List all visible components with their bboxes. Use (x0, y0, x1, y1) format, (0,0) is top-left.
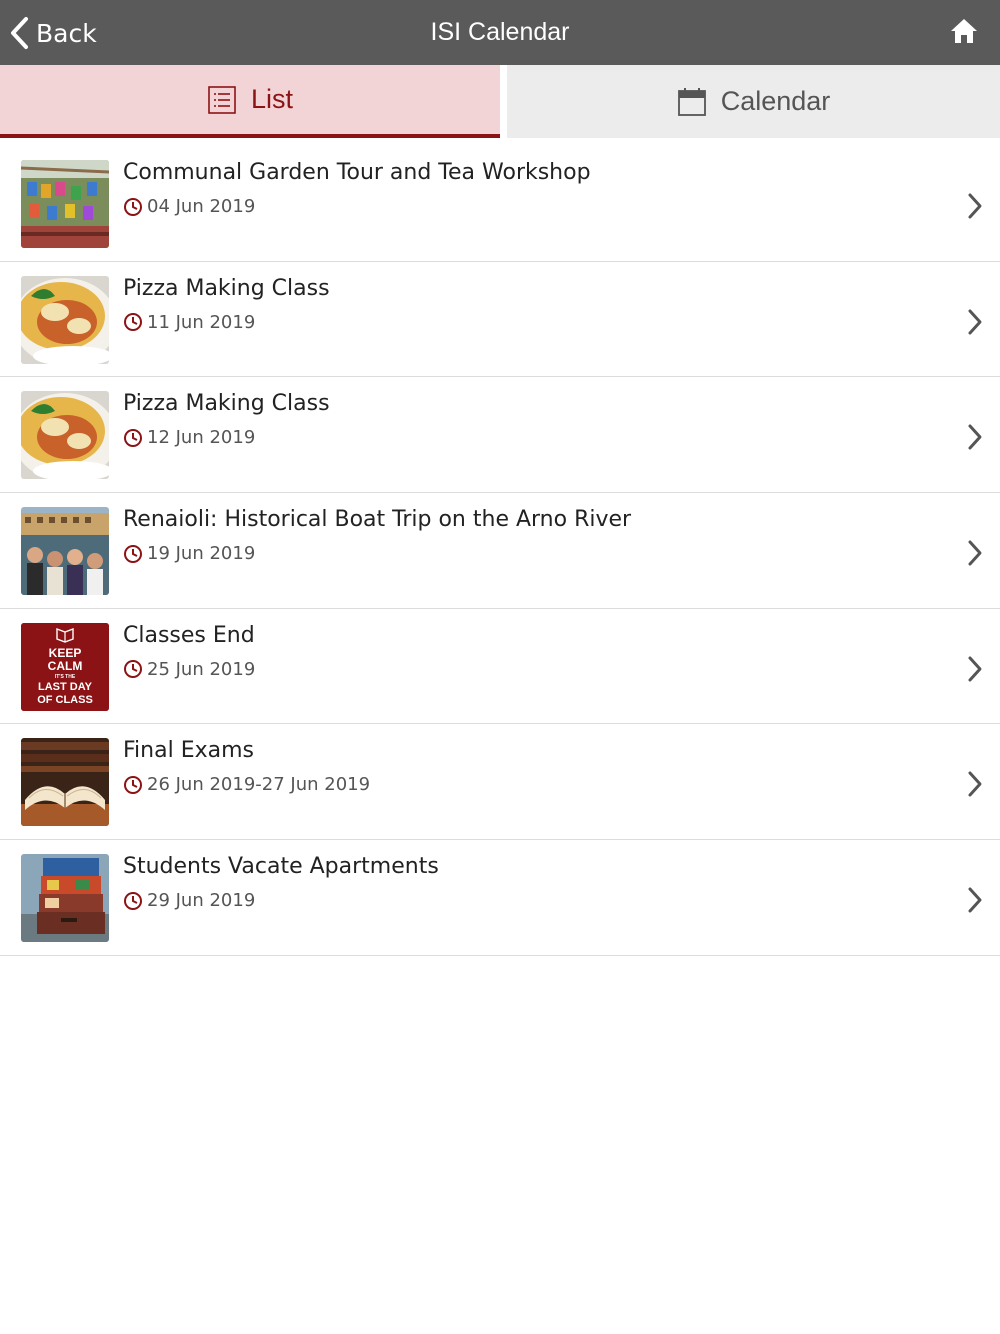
event-date-text: 29 Jun 2019 (147, 890, 256, 912)
event-list: Communal Garden Tour and Tea Workshop 04… (0, 146, 1000, 956)
open-book-photo (21, 738, 109, 827)
event-title: Pizza Making Class (123, 391, 330, 417)
home-icon[interactable] (950, 17, 978, 45)
calendar-icon (677, 87, 706, 116)
top-bar: Back ISI Calendar (0, 0, 1000, 65)
event-date: 11 Jun 2019 (123, 312, 255, 333)
clock-icon (124, 891, 142, 910)
clock-icon (124, 313, 142, 332)
tab-list[interactable]: List (0, 65, 500, 138)
event-title: Classes End (123, 622, 255, 648)
pizza-photo (21, 275, 109, 364)
page-title: ISI Calendar (430, 18, 570, 46)
keep-calm-poster: KEEP CALM IT'S THE LAST DAY OF CLASS (21, 622, 109, 711)
clock-icon (124, 428, 142, 447)
clock-icon (124, 775, 142, 794)
tab-list-label: List (250, 84, 294, 114)
event-date: 25 Jun 2019 (123, 659, 255, 680)
event-date: 12 Jun 2019 (123, 427, 255, 448)
poster-line-4: LAST DAY (38, 681, 93, 693)
event-title: Students Vacate Apartments (123, 854, 439, 880)
chevron-left-icon (11, 17, 28, 49)
tab-calendar[interactable]: Calendar (507, 65, 1000, 138)
view-tabs: List Calendar (0, 65, 1000, 138)
chevron-right-icon (968, 771, 982, 797)
poster-line-3: IT'S THE (55, 674, 76, 680)
garden-photo (21, 160, 109, 248)
chevron-right-icon (968, 540, 982, 566)
event-date: 04 Jun 2019 (123, 196, 255, 217)
chevron-right-icon (968, 309, 982, 335)
list-icon (208, 85, 236, 114)
event-title: Final Exams (123, 738, 254, 764)
clock-icon (124, 197, 142, 216)
event-date: 29 Jun 2019 (123, 890, 255, 911)
poster-line-5: OF CLASS (37, 694, 93, 706)
back-label: Back (36, 18, 97, 48)
poster-line-1: KEEP (49, 646, 82, 660)
chevron-right-icon (968, 887, 982, 913)
event-date-text: 11 Jun 2019 (147, 311, 256, 333)
list-item[interactable]: Communal Garden Tour and Tea Workshop 04… (0, 146, 1000, 262)
event-title: Communal Garden Tour and Tea Workshop (123, 160, 591, 185)
tab-divider (500, 65, 507, 138)
event-title: Renaioli: Historical Boat Trip on the Ar… (123, 507, 632, 533)
pizza-photo (21, 391, 109, 480)
chevron-right-icon (968, 656, 982, 682)
list-item[interactable]: Pizza Making Class 12 Jun 2019 (0, 377, 1000, 494)
event-title: Pizza Making Class (123, 275, 330, 301)
list-item[interactable]: Students Vacate Apartments 29 Jun 2019 (0, 840, 1000, 956)
suitcases-photo (21, 854, 109, 943)
list-item[interactable]: Final Exams 26 Jun 2019-27 Jun 2019 (0, 724, 1000, 841)
event-date-text: 25 Jun 2019 (147, 658, 256, 680)
event-date: 26 Jun 2019-27 Jun 2019 (123, 774, 370, 795)
clock-icon (124, 660, 142, 679)
poster-line-2: CALM (48, 659, 83, 673)
list-item[interactable]: Pizza Making Class 11 Jun 2019 (0, 262, 1000, 378)
tab-calendar-label: Calendar (720, 86, 831, 116)
chevron-right-icon (968, 193, 982, 219)
event-date-text: 26 Jun 2019-27 Jun 2019 (147, 774, 371, 796)
boat-trip-photo (21, 507, 109, 596)
event-date: 19 Jun 2019 (123, 543, 255, 564)
list-item[interactable]: KEEP CALM IT'S THE LAST DAY OF CLASS Cla… (0, 609, 1000, 725)
event-date-text: 12 Jun 2019 (147, 427, 256, 449)
event-date-text: 04 Jun 2019 (147, 196, 256, 217)
back-button[interactable]: Back (8, 10, 97, 56)
clock-icon (124, 544, 142, 563)
event-date-text: 19 Jun 2019 (147, 543, 256, 565)
list-item[interactable]: Renaioli: Historical Boat Trip on the Ar… (0, 493, 1000, 609)
chevron-right-icon (968, 424, 982, 450)
